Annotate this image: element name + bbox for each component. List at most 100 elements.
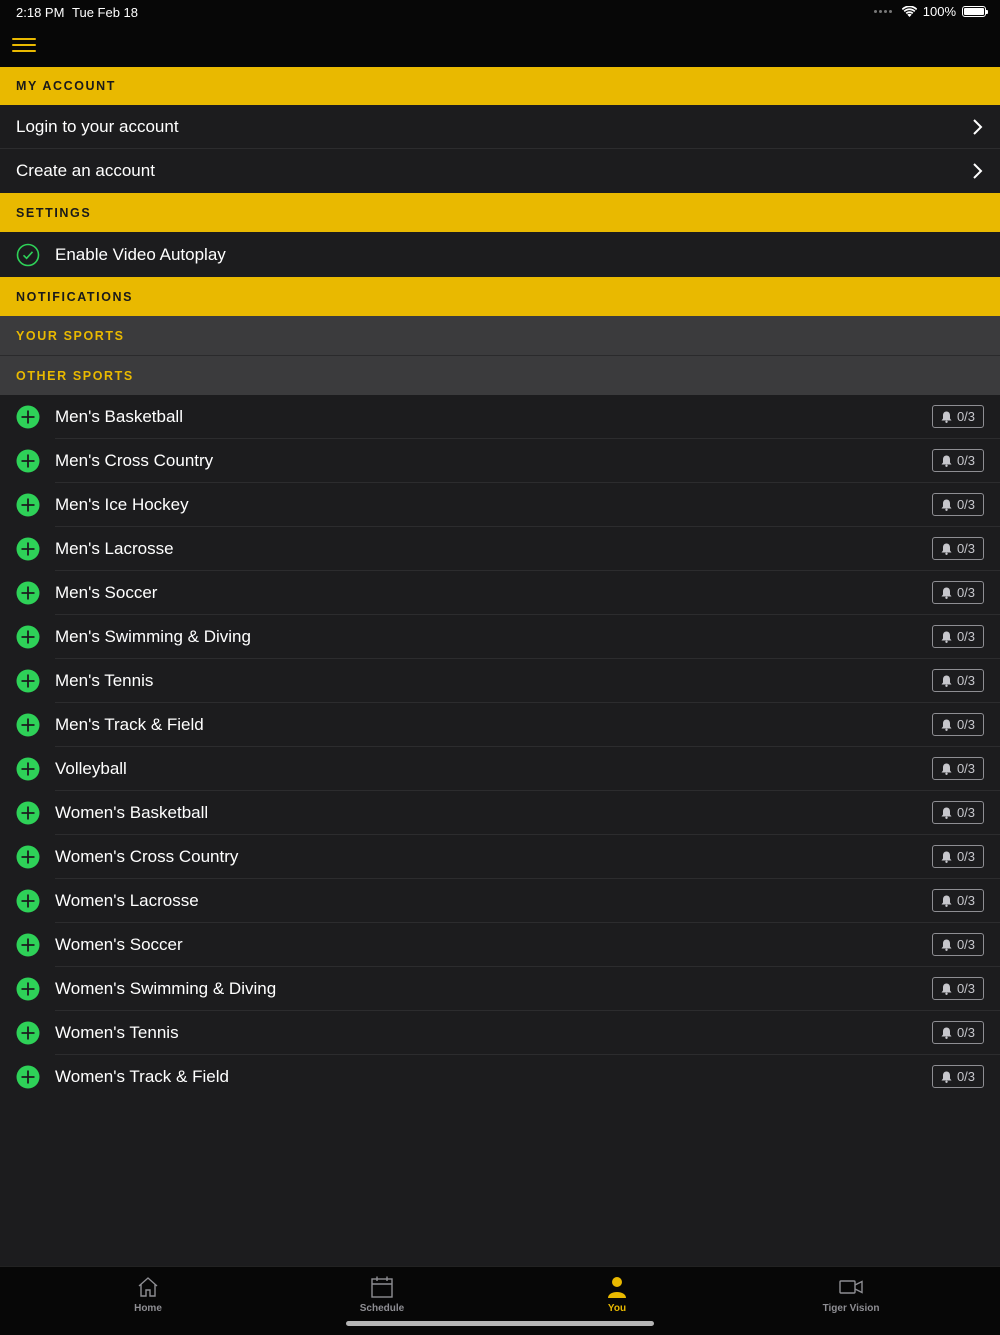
sport-row[interactable]: Men's Basketball 0/3 — [0, 395, 1000, 439]
sport-row[interactable]: Women's Track & Field 0/3 — [0, 1055, 1000, 1099]
sport-row[interactable]: Men's Cross Country 0/3 — [0, 439, 1000, 483]
sport-row[interactable]: Men's Lacrosse 0/3 — [0, 527, 1000, 571]
notification-count: 0/3 — [956, 585, 976, 600]
add-circle-icon[interactable] — [16, 713, 40, 737]
tab-tiger-vision-label: Tiger Vision — [822, 1303, 880, 1314]
sport-row[interactable]: Men's Ice Hockey 0/3 — [0, 483, 1000, 527]
bell-icon — [941, 851, 952, 863]
add-circle-icon[interactable] — [16, 537, 40, 561]
notification-count-badge[interactable]: 0/3 — [932, 713, 984, 736]
navigation-bar — [0, 24, 1000, 67]
add-circle-icon[interactable] — [16, 493, 40, 517]
tab-tiger-vision[interactable]: Tiger Vision — [751, 1267, 951, 1321]
add-circle-icon[interactable] — [16, 757, 40, 781]
notification-count-badge[interactable]: 0/3 — [932, 493, 984, 516]
sport-row[interactable]: Volleyball 0/3 — [0, 747, 1000, 791]
sport-name: Women's Swimming & Diving — [55, 979, 277, 998]
bell-icon — [941, 939, 952, 951]
menu-icon[interactable] — [12, 38, 36, 54]
notification-count: 0/3 — [956, 541, 976, 556]
notification-count: 0/3 — [956, 673, 976, 688]
sport-name: Volleyball — [55, 759, 127, 778]
battery-icon — [962, 6, 988, 17]
notification-count-badge[interactable]: 0/3 — [932, 757, 984, 780]
notification-count-badge[interactable]: 0/3 — [932, 1065, 984, 1088]
bell-icon — [941, 675, 952, 687]
notification-count: 0/3 — [956, 1069, 976, 1084]
notification-count-badge[interactable]: 0/3 — [932, 625, 984, 648]
bell-icon — [941, 807, 952, 819]
notification-count-badge[interactable]: 0/3 — [932, 581, 984, 604]
section-header-your-sports: YOUR SPORTS — [0, 316, 1000, 356]
section-header-my-account: MY ACCOUNT — [0, 67, 1000, 105]
notification-count: 0/3 — [956, 981, 976, 996]
notification-count-badge[interactable]: 0/3 — [932, 801, 984, 824]
notification-count: 0/3 — [956, 717, 976, 732]
bell-icon — [941, 631, 952, 643]
add-circle-icon[interactable] — [16, 1021, 40, 1045]
bell-icon — [941, 719, 952, 731]
notification-count-badge[interactable]: 0/3 — [932, 405, 984, 428]
add-circle-icon[interactable] — [16, 1065, 40, 1089]
sport-row[interactable]: Women's Swimming & Diving 0/3 — [0, 967, 1000, 1011]
sport-row[interactable]: Women's Cross Country 0/3 — [0, 835, 1000, 879]
sport-name: Men's Swimming & Diving — [55, 627, 251, 646]
create-account-label: Create an account — [16, 161, 155, 180]
calendar-icon — [371, 1276, 393, 1298]
sport-row[interactable]: Men's Tennis 0/3 — [0, 659, 1000, 703]
content: MY ACCOUNT Login to your account Create … — [0, 67, 1000, 1099]
notification-count-badge[interactable]: 0/3 — [932, 845, 984, 868]
section-header-other-sports: OTHER SPORTS — [0, 356, 1000, 395]
sports-list: Men's Basketball 0/3 Men's Cross Country 0/… — [0, 395, 1000, 1099]
notification-count-badge[interactable]: 0/3 — [932, 1021, 984, 1044]
sport-name: Men's Lacrosse — [55, 539, 174, 558]
sport-row[interactable]: Men's Swimming & Diving 0/3 — [0, 615, 1000, 659]
notification-count: 0/3 — [956, 497, 976, 512]
sport-row[interactable]: Women's Basketball 0/3 — [0, 791, 1000, 835]
add-circle-icon[interactable] — [16, 625, 40, 649]
bell-icon — [941, 543, 952, 555]
bell-icon — [941, 763, 952, 775]
bell-icon — [941, 499, 952, 511]
notification-count: 0/3 — [956, 409, 976, 424]
chevron-right-icon — [973, 163, 983, 179]
add-circle-icon[interactable] — [16, 801, 40, 825]
add-circle-icon[interactable] — [16, 405, 40, 429]
home-indicator — [346, 1321, 654, 1326]
tab-schedule[interactable]: Schedule — [282, 1267, 482, 1321]
notification-count-badge[interactable]: 0/3 — [932, 669, 984, 692]
video-autoplay-row[interactable]: Enable Video Autoplay — [0, 232, 1000, 277]
notification-count-badge[interactable]: 0/3 — [932, 537, 984, 560]
home-icon — [138, 1277, 158, 1297]
add-circle-icon[interactable] — [16, 449, 40, 473]
check-circle-icon[interactable] — [16, 243, 40, 267]
add-circle-icon[interactable] — [16, 581, 40, 605]
sport-row[interactable]: Women's Lacrosse 0/3 — [0, 879, 1000, 923]
notification-count-badge[interactable]: 0/3 — [932, 889, 984, 912]
sport-name: Men's Basketball — [55, 407, 183, 426]
sport-name: Women's Tennis — [55, 1023, 179, 1042]
sport-name: Women's Cross Country — [55, 847, 239, 866]
notification-count-badge[interactable]: 0/3 — [932, 977, 984, 1000]
add-circle-icon[interactable] — [16, 977, 40, 1001]
login-row[interactable]: Login to your account — [0, 105, 1000, 149]
sport-row[interactable]: Men's Track & Field 0/3 — [0, 703, 1000, 747]
notification-count-badge[interactable]: 0/3 — [932, 933, 984, 956]
sport-name: Men's Track & Field — [55, 715, 204, 734]
tab-home[interactable]: Home — [48, 1267, 248, 1321]
add-circle-icon[interactable] — [16, 669, 40, 693]
bell-icon — [941, 983, 952, 995]
create-account-row[interactable]: Create an account — [0, 149, 1000, 193]
sport-row[interactable]: Women's Soccer 0/3 — [0, 923, 1000, 967]
notification-count-badge[interactable]: 0/3 — [932, 449, 984, 472]
add-circle-icon[interactable] — [16, 889, 40, 913]
tab-schedule-label: Schedule — [359, 1303, 405, 1314]
status-date: Tue Feb 18 — [72, 5, 139, 20]
status-right: 100% — [873, 4, 988, 19]
tab-you[interactable]: You — [517, 1267, 717, 1321]
add-circle-icon[interactable] — [16, 845, 40, 869]
add-circle-icon[interactable] — [16, 933, 40, 957]
sport-name: Men's Ice Hockey — [55, 495, 189, 514]
sport-row[interactable]: Men's Soccer 0/3 — [0, 571, 1000, 615]
sport-row[interactable]: Women's Tennis 0/3 — [0, 1011, 1000, 1055]
